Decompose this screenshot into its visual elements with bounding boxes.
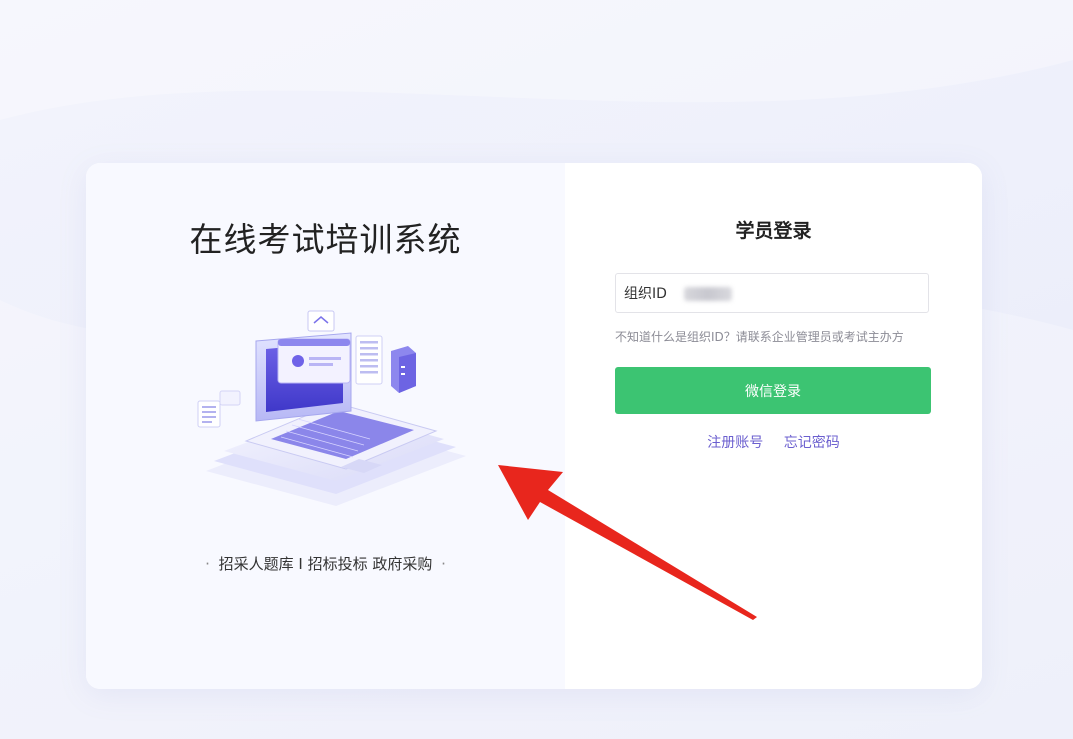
register-link[interactable]: 注册账号 — [707, 435, 763, 451]
tagline-text: 招采人题库 I 招标投标 政府采购 — [218, 555, 433, 573]
forgot-password-link[interactable]: 忘记密码 — [784, 435, 840, 451]
login-card: 在线考试培训系统 · 招采人题库 I 招标投标 政府采购 · 学员登录 组织ID… — [86, 163, 982, 689]
wechat-login-button[interactable]: 微信登录 — [615, 367, 931, 414]
org-id-hint: 不知道什么是组织ID？请联系企业管理员或考试主办方 — [615, 330, 904, 344]
tagline: · 招采人题库 I 招标投标 政府采购 · — [86, 553, 565, 574]
tagline-dot-left: · — [205, 555, 210, 573]
org-id-label: 组织ID — [624, 286, 667, 302]
tagline-dot-right: · — [441, 555, 446, 573]
login-panel: 学员登录 组织ID 不知道什么是组织ID？请联系企业管理员或考试主办方 微信登录… — [565, 163, 982, 689]
system-title: 在线考试培训系统 — [189, 220, 462, 259]
brand-panel: 在线考试培训系统 · 招采人题库 I 招标投标 政府采购 · — [86, 163, 565, 689]
account-links: 注册账号 忘记密码 — [565, 432, 982, 452]
org-id-redacted-value — [684, 287, 732, 301]
laptop-illustration — [197, 310, 466, 506]
login-title: 学员登录 — [735, 220, 812, 242]
org-id-field[interactable]: 组织ID — [615, 273, 929, 313]
